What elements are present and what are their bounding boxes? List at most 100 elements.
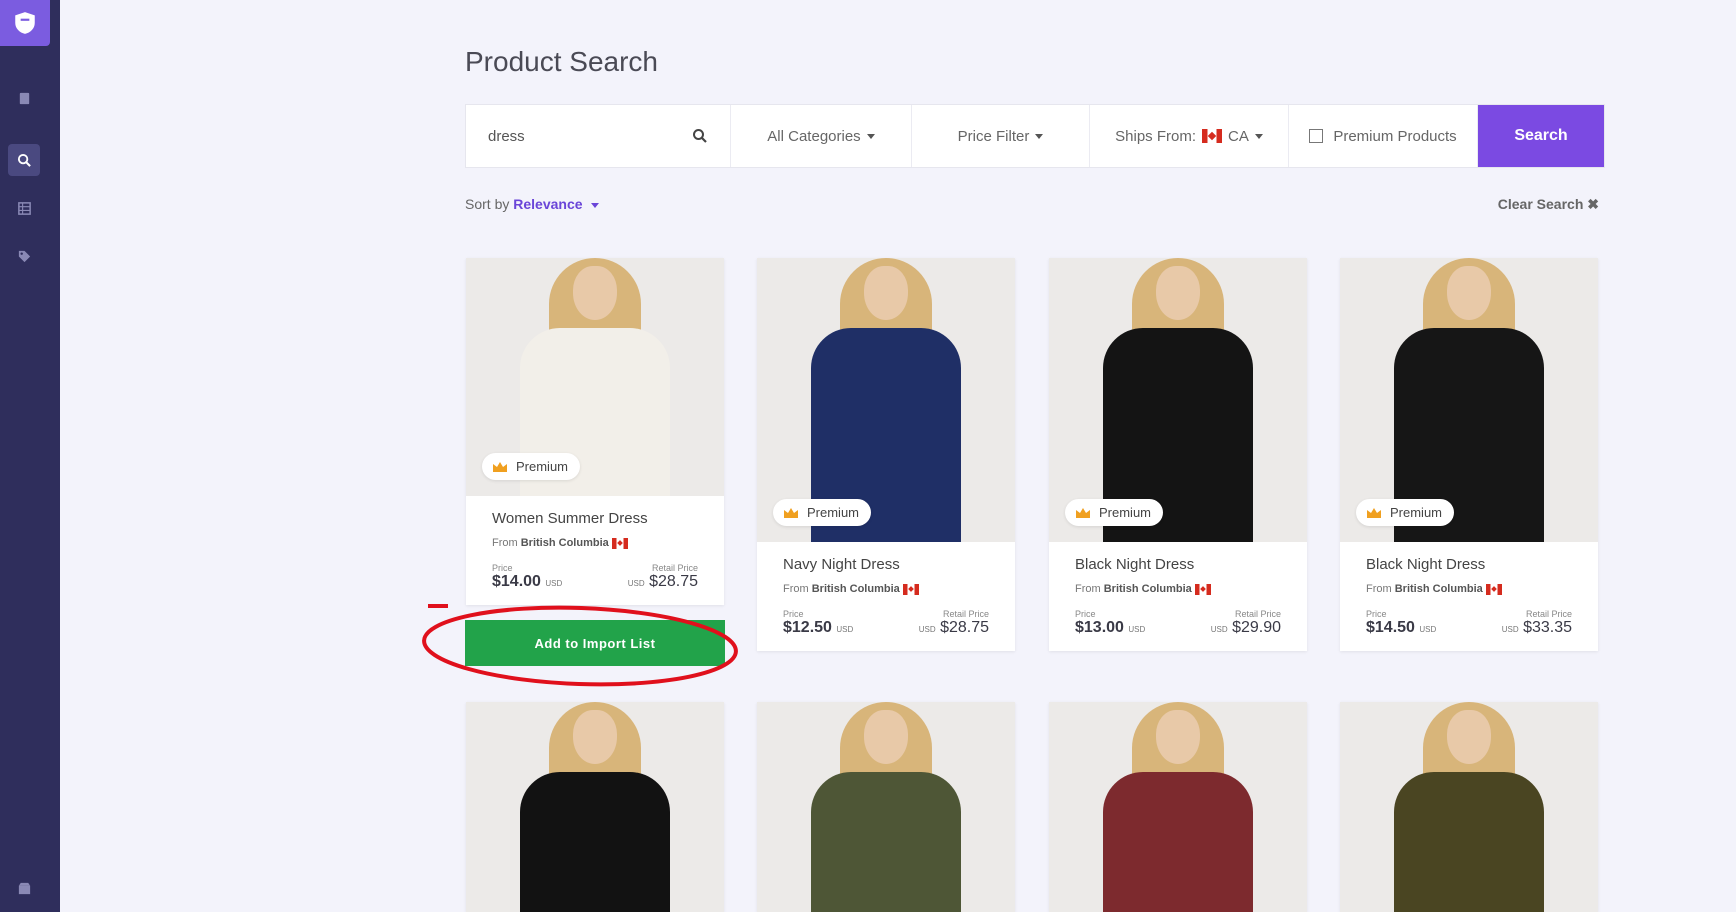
product-card[interactable]: Premium Black Night Dress From British C… [1049, 258, 1307, 651]
product-region: British Columbia [811, 583, 900, 595]
price-amount: $13.00 [1075, 619, 1124, 636]
product-card[interactable]: Premium Navy Night Dress From British Co… [757, 258, 1015, 651]
canada-flag-icon [1194, 583, 1211, 595]
price-label: Price [1075, 609, 1096, 619]
product-card[interactable] [757, 702, 1015, 912]
crown-icon [493, 461, 507, 472]
tag-icon[interactable] [8, 240, 40, 272]
product-card[interactable] [1049, 702, 1307, 912]
product-name[interactable]: Black Night Dress [1366, 556, 1572, 573]
premium-checkbox[interactable] [1309, 129, 1324, 143]
price-value: $12.50 USD [783, 619, 853, 637]
product-image[interactable] [1340, 702, 1598, 912]
price-label: Price [492, 563, 513, 573]
product-card[interactable] [1340, 702, 1598, 912]
product-image[interactable]: Premium [1049, 258, 1307, 542]
premium-products-label: Premium Products [1333, 127, 1457, 145]
product-info: Navy Night Dress From British Columbia P… [757, 542, 1015, 651]
premium-badge-label: Premium [1390, 505, 1443, 520]
save-icon[interactable] [8, 82, 40, 114]
product-image[interactable] [757, 702, 1015, 912]
model-head [573, 710, 617, 764]
add-to-import-list-button[interactable]: Add to Import List [465, 620, 725, 666]
from-label: From [1366, 583, 1392, 595]
page-title: Product Search [465, 46, 658, 77]
price-row: Price $14.00 USD Retail Price USD $28.75 [492, 563, 698, 591]
retail-price-value: USD $28.75 [919, 619, 989, 637]
crown-icon [1367, 507, 1381, 518]
store-icon[interactable] [8, 872, 40, 904]
product-card[interactable]: Premium Women Summer Dress From British … [466, 258, 724, 605]
product-region: British Columbia [1394, 583, 1483, 595]
categories-dropdown[interactable]: All Categories [731, 105, 912, 167]
product-origin: From British Columbia [1366, 583, 1572, 595]
categories-label: All Categories [767, 127, 861, 145]
price-row: Price $13.00 USD Retail Price USD $29.90 [1075, 609, 1281, 637]
model-head [864, 266, 908, 320]
product-card[interactable]: Premium Black Night Dress From British C… [1340, 258, 1598, 651]
chevron-down-icon [591, 202, 600, 208]
product-name[interactable]: Women Summer Dress [492, 510, 698, 527]
product-image[interactable] [466, 702, 724, 912]
ships-from-dropdown[interactable]: Ships From: CA [1090, 105, 1289, 167]
price-currency: USD [1419, 625, 1437, 634]
product-name[interactable]: Navy Night Dress [783, 556, 989, 573]
price-currency: USD [545, 579, 563, 588]
clear-search-button[interactable]: Clear Search ✖ [1498, 196, 1599, 213]
crown-icon [1076, 507, 1090, 518]
product-image[interactable]: Premium [466, 258, 724, 496]
price-label: Price [1366, 609, 1387, 619]
product-info: Black Night Dress From British Columbia … [1340, 542, 1598, 651]
dress-shape [811, 772, 961, 912]
price-amount: $12.50 [783, 619, 832, 636]
model-head [573, 266, 617, 320]
retail-amount: $28.75 [649, 573, 698, 590]
product-image[interactable]: Premium [1340, 258, 1598, 542]
product-name[interactable]: Black Night Dress [1075, 556, 1281, 573]
price-currency: USD [1128, 625, 1146, 634]
chevron-down-icon [866, 133, 875, 139]
price-value: $14.50 USD [1366, 619, 1436, 637]
shield-logo-icon [15, 12, 35, 34]
sort-label: Sort by [465, 196, 510, 212]
product-origin: From British Columbia [492, 537, 698, 549]
premium-badge: Premium [773, 499, 872, 526]
price-value: $13.00 USD [1075, 619, 1145, 637]
model-head [1447, 710, 1491, 764]
retail-amount: $28.75 [940, 619, 989, 636]
retail-price-label: Retail Price [651, 563, 698, 573]
canada-flag-icon [902, 583, 919, 595]
close-icon: ✖ [1587, 196, 1599, 212]
premium-badge: Premium [1356, 499, 1455, 526]
price-currency: USD [836, 625, 854, 634]
sort-control[interactable]: Sort by Relevance [465, 196, 600, 212]
product-info: Black Night Dress From British Columbia … [1049, 542, 1307, 651]
clear-search-label: Clear Search [1497, 196, 1584, 212]
dress-shape [1103, 772, 1253, 912]
product-image[interactable] [1049, 702, 1307, 912]
retail-price-value: USD $28.75 [628, 573, 698, 591]
retail-price-label: Retail Price [1525, 609, 1572, 619]
price-amount: $14.00 [492, 573, 541, 590]
premium-products-toggle[interactable]: Premium Products [1289, 105, 1478, 167]
app-logo[interactable] [0, 0, 50, 46]
canada-flag-icon [1485, 583, 1502, 595]
search-input[interactable]: dress [466, 105, 731, 167]
retail-currency: USD [1210, 625, 1228, 634]
search-bar: dress All Categories Price Filter Ships … [465, 104, 1605, 168]
retail-price-value: USD $33.35 [1502, 619, 1572, 637]
product-image[interactable]: Premium [757, 258, 1015, 542]
retail-currency: USD [918, 625, 936, 634]
price-filter-dropdown[interactable]: Price Filter [912, 105, 1090, 167]
retail-currency: USD [1501, 625, 1519, 634]
sort-value[interactable]: Relevance [513, 196, 582, 212]
search-nav-icon[interactable] [8, 144, 40, 176]
list-icon[interactable] [8, 192, 40, 224]
price-value: $14.00 USD [492, 573, 562, 591]
product-card[interactable] [466, 702, 724, 912]
search-input-value[interactable]: dress [488, 128, 525, 145]
search-button[interactable]: Search [1478, 105, 1604, 167]
model-head [1447, 266, 1491, 320]
premium-badge: Premium [482, 453, 581, 480]
search-icon[interactable] [692, 128, 708, 144]
